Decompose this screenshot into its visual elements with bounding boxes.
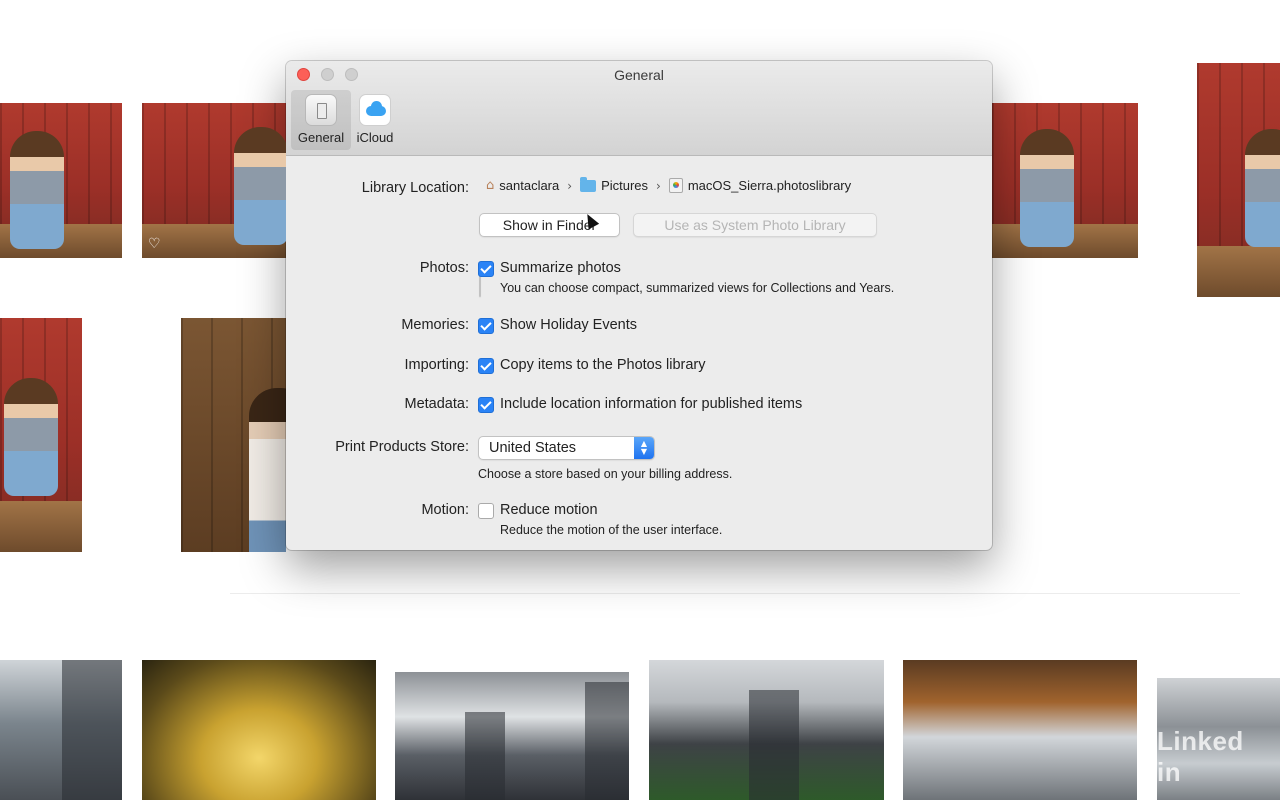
print-store-value: United States: [489, 440, 577, 456]
window-titlebar: General General iCloud: [286, 61, 992, 156]
importing-label: Importing:: [404, 357, 469, 373]
photo-thumbnail[interactable]: [0, 103, 122, 258]
tab-icloud[interactable]: iCloud: [353, 90, 397, 150]
photo-thumbnail[interactable]: [903, 660, 1137, 800]
photos-label: Photos:: [419, 260, 469, 276]
reduce-motion-hint: Reduce the motion of the user interface.: [500, 523, 723, 537]
metadata-label: Metadata:: [404, 396, 470, 412]
chevron-right-icon: ›: [656, 178, 661, 193]
library-path-breadcrumb: ⌂ santaclara › Pictures › macOS_Sierra.p…: [486, 176, 852, 193]
path-segment-library: macOS_Sierra.photoslibrary: [687, 178, 852, 193]
print-store-hint: Choose a store based on your billing add…: [478, 467, 733, 481]
tab-general[interactable]: General: [291, 90, 351, 150]
photo-thumbnail[interactable]: [181, 318, 286, 552]
photo-thumbnail[interactable]: ♡: [142, 103, 286, 258]
reduce-motion-checkbox[interactable]: [478, 503, 494, 519]
chevron-right-icon: ›: [567, 178, 573, 193]
print-store-label: Print Products Store:: [335, 439, 469, 455]
print-store-select[interactable]: United States ▲ ▼: [478, 436, 655, 460]
include-location-text: Include location information for publish…: [500, 396, 803, 412]
motion-label: Motion:: [421, 502, 469, 518]
tab-general-label: General: [297, 130, 345, 145]
photo-thumbnail[interactable]: [649, 660, 884, 800]
photo-thumbnail[interactable]: [992, 103, 1138, 258]
heart-icon[interactable]: ♡: [148, 236, 161, 252]
path-segment-user: santaclara: [499, 178, 560, 193]
copy-items-text: Copy items to the Photos library: [500, 357, 706, 373]
memories-label: Memories:: [401, 317, 469, 333]
use-as-system-library-button[interactable]: Use as System Photo Library: [633, 213, 877, 237]
photo-thumbnail[interactable]: [142, 660, 376, 800]
tab-icloud-label: iCloud: [356, 130, 394, 145]
summarize-photos-checkbox[interactable]: [478, 261, 494, 277]
photo-thumbnail[interactable]: [0, 660, 122, 800]
photo-thumbnail[interactable]: Linked in: [1157, 678, 1280, 800]
path-segment-pictures: Pictures: [601, 178, 649, 193]
window-title: General: [614, 67, 664, 83]
section-divider: [230, 593, 1240, 594]
photo-thumbnail[interactable]: [0, 318, 82, 552]
select-arrows-icon: ▲ ▼: [634, 437, 654, 459]
photo-thumbnail[interactable]: [395, 672, 629, 800]
icloud-icon: [359, 94, 391, 126]
holiday-events-checkbox[interactable]: [478, 318, 494, 334]
preferences-window: General General iCloud Library Location:…: [286, 61, 992, 550]
summarize-photos-hint: You can choose compact, summarized views…: [500, 281, 895, 295]
library-location-label: Library Location:: [361, 180, 469, 196]
show-in-finder-button[interactable]: Show in Finder: [479, 213, 620, 237]
home-icon: ⌂: [486, 178, 495, 193]
folder-icon: [580, 176, 597, 192]
reduce-motion-text: Reduce motion: [500, 502, 598, 518]
include-location-checkbox[interactable]: [478, 397, 494, 413]
summarize-photos-text: Summarize photos: [500, 260, 621, 276]
copy-items-checkbox[interactable]: [478, 358, 494, 374]
general-settings-icon: [305, 94, 337, 126]
linkedin-watermark: Linked in: [1157, 726, 1244, 787]
photo-thumbnail[interactable]: [1197, 63, 1280, 297]
photos-library-icon: [668, 178, 683, 193]
holiday-events-text: Show Holiday Events: [500, 317, 638, 333]
general-preferences-pane: Library Location: ⌂ santaclara › Picture…: [286, 156, 992, 550]
